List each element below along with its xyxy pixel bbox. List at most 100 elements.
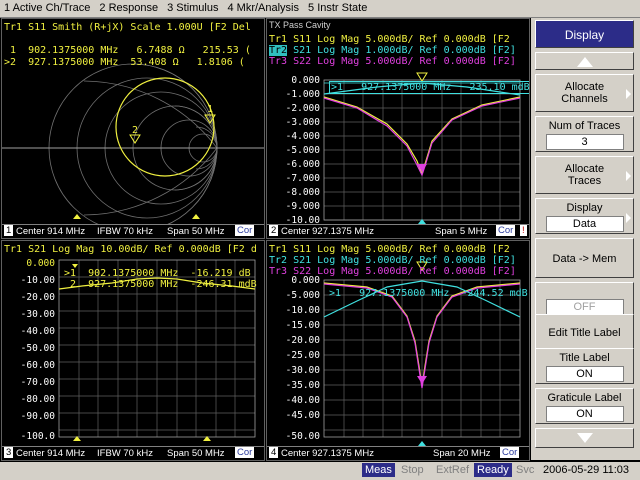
menu-mkr-analysis[interactable]: 4 Mkr/Analysis [223, 0, 304, 14]
trace-line-tr1: Tr1 S11 Smith (R+jX) Scale 1.000U [F2 De… [4, 22, 251, 33]
marker-readout: >1 927.1375000 MHz -244.52 mdB [329, 288, 528, 299]
y-tick: 0.000 [291, 75, 320, 86]
center-freq: Center 927.1375 MHz [281, 226, 374, 237]
status-ready: Ready [474, 463, 512, 477]
status-meas: Meas [362, 463, 395, 477]
channel-window-1[interactable]: 1 2 Tr1 S11 Smith (R+jX) Scale 1.000U [F… [1, 18, 265, 239]
num-of-traces-label: Num of Traces [548, 120, 621, 132]
y-tick: -15.00 [286, 320, 321, 331]
channel-number: 2 [269, 225, 279, 236]
channel-number: 4 [269, 447, 279, 458]
marker-readout: >1 927.1375000 MHz -235.10 mdB [329, 81, 530, 94]
y-tick: 0.000 [26, 258, 55, 269]
channel-number: 1 [4, 225, 14, 236]
scroll-down-button[interactable] [535, 428, 634, 448]
y-tick: -30.00 [21, 309, 56, 320]
edit-title-label-button[interactable]: Edit Title Label [535, 314, 634, 350]
softkey-title: Display [535, 20, 634, 48]
y-tick: -20.00 [286, 335, 321, 346]
title-label-label: Title Label [559, 352, 610, 364]
channel-footer: 1 Center 914 MHz IFBW 70 kHz Span 50 MHz… [2, 224, 264, 238]
span: Span 50 MHz [167, 226, 225, 237]
y-tick: -50.00 [286, 431, 321, 442]
trace-line-tr2-text: S21 Log Mag 1.000dB/ Ref 0.000dB [F2] [287, 45, 516, 56]
y-tick: -30.00 [286, 365, 321, 376]
graticule-label-label: Graticule Label [547, 392, 622, 404]
y-tick: -35.00 [286, 380, 321, 391]
allocate-traces-label: Allocate Traces [564, 163, 605, 187]
trace-line-tr1: Tr1 S11 Log Mag 5.000dB/ Ref 0.000dB [F2 [269, 244, 510, 255]
off-toggle-button[interactable]: OFF [535, 282, 634, 318]
center-freq: Center 914 MHz [16, 448, 86, 459]
y-tick: -6.000 [286, 159, 321, 170]
scroll-up-button[interactable] [535, 52, 634, 70]
cor-badge: Cor [500, 447, 520, 458]
off-value: OFF [545, 299, 624, 315]
status-datetime: 2006-05-29 11:03 [543, 464, 630, 476]
center-freq: Center 927.1375 MHz [281, 448, 374, 459]
marker-readout-2: 2 927.1375000 MHz -246.31 mdB [64, 279, 257, 290]
channel-window-4[interactable]: 0.000 -5.000 -10.00 -15.00 -20.00 -25.00… [266, 240, 530, 461]
y-tick: -5.000 [286, 290, 321, 301]
menu-response[interactable]: 2 Response [95, 0, 163, 14]
y-tick: -80.00 [21, 394, 56, 405]
channel-number: 3 [4, 447, 14, 458]
y-tick: -20.00 [21, 292, 56, 303]
center-freq: Center 914 MHz [16, 226, 86, 237]
y-tick: -4.000 [286, 131, 321, 142]
allocate-traces-button[interactable]: Allocate Traces [535, 156, 634, 194]
channel-window-3[interactable]: 0.000 -10.00 -20.00 -30.00 -40.00 -50.00… [1, 240, 265, 461]
y-tick: -60.00 [21, 360, 56, 371]
display-label: Display [566, 202, 603, 214]
num-of-traces-button[interactable]: Num of Traces 3 [535, 116, 634, 152]
title-label-button[interactable]: Title Label ON [535, 348, 634, 384]
arrow-up-icon [576, 57, 593, 67]
y-tick: -90.00 [21, 411, 56, 422]
y-tick: -70.00 [21, 377, 56, 388]
menu-instr-state[interactable]: 5 Instr State [304, 0, 372, 14]
display-value: Data [545, 216, 624, 232]
y-tick: -7.000 [286, 173, 321, 184]
channel-footer: 2 Center 927.1375 MHz Span 5 MHz Cor ! [267, 224, 529, 238]
y-tick: -5.000 [286, 145, 321, 156]
allocate-channels-button[interactable]: Allocate Channels [535, 74, 634, 112]
y-tick: -100.0 [21, 431, 56, 442]
trace-line-tr2: Tr2 S21 Log Mag 1.000dB/ Ref 0.000dB [F2… [269, 45, 516, 56]
trace-line-tr1: Tr1 S21 Log Mag 10.00dB/ Ref 0.000dB [F2… [4, 244, 257, 255]
y-tick: -1.000 [286, 89, 321, 100]
y-tick: -25.00 [286, 350, 321, 361]
y-tick: -45.00 [286, 410, 321, 421]
trace-line-tr1: Tr1 S11 Log Mag 5.000dB/ Ref 0.000dB [F2 [269, 34, 510, 45]
warning-badge: ! [520, 225, 527, 236]
submenu-arrow-icon [626, 171, 631, 182]
y-tick: -40.00 [286, 395, 321, 406]
span: Span 20 MHz [433, 448, 491, 459]
channel-footer: 4 Center 927.1375 MHz Span 20 MHz Cor [267, 446, 529, 460]
svg-text:1: 1 [207, 104, 213, 115]
trace-line-tr3: Tr3 S22 Log Mag 5.000dB/ Ref 0.000dB [F2… [269, 266, 516, 277]
active-trace-tag[interactable]: Tr2 [269, 45, 288, 56]
title-label-value: ON [545, 366, 624, 382]
cor-badge: Cor [235, 447, 255, 458]
cor-badge: Cor [235, 225, 255, 236]
y-tick: -8.000 [286, 187, 321, 198]
y-tick: -9.000 [286, 201, 321, 212]
status-stop: Stop [401, 464, 424, 476]
graticule-label-value: ON [545, 406, 624, 422]
arrow-down-icon [576, 433, 593, 443]
menu-bar: 1 Active Ch/Trace 2 Response 3 Stimulus 4 M… [0, 0, 640, 18]
y-tick: -40.00 [21, 326, 56, 337]
y-ticks-2: 0.000 -1.000 -2.000 -3.000 -4.000 -5.000… [286, 75, 321, 226]
marker-readout-1: 1 902.1375000 MHz 6.7488 Ω 215.53 ( [4, 45, 251, 56]
channel-window-2[interactable]: 0.000 -1.000 -2.000 -3.000 -4.000 -5.000… [266, 18, 530, 239]
y-tick: -10.00 [286, 305, 321, 316]
menu-active-ch-trace[interactable]: 1 Active Ch/Trace [0, 0, 95, 14]
y-tick: -2.000 [286, 103, 321, 114]
display-button[interactable]: Display Data [535, 198, 634, 234]
menu-stimulus[interactable]: 3 Stimulus [163, 0, 223, 14]
graticule-label-button[interactable]: Graticule Label ON [535, 388, 634, 424]
y-tick: -3.000 [286, 117, 321, 128]
data-to-mem-button[interactable]: Data -> Mem [535, 238, 634, 278]
status-svc: Svc [516, 464, 535, 476]
marker-readout-2: >2 927.1375000 MHz 53.408 Ω 1.8106 ( [4, 57, 245, 68]
